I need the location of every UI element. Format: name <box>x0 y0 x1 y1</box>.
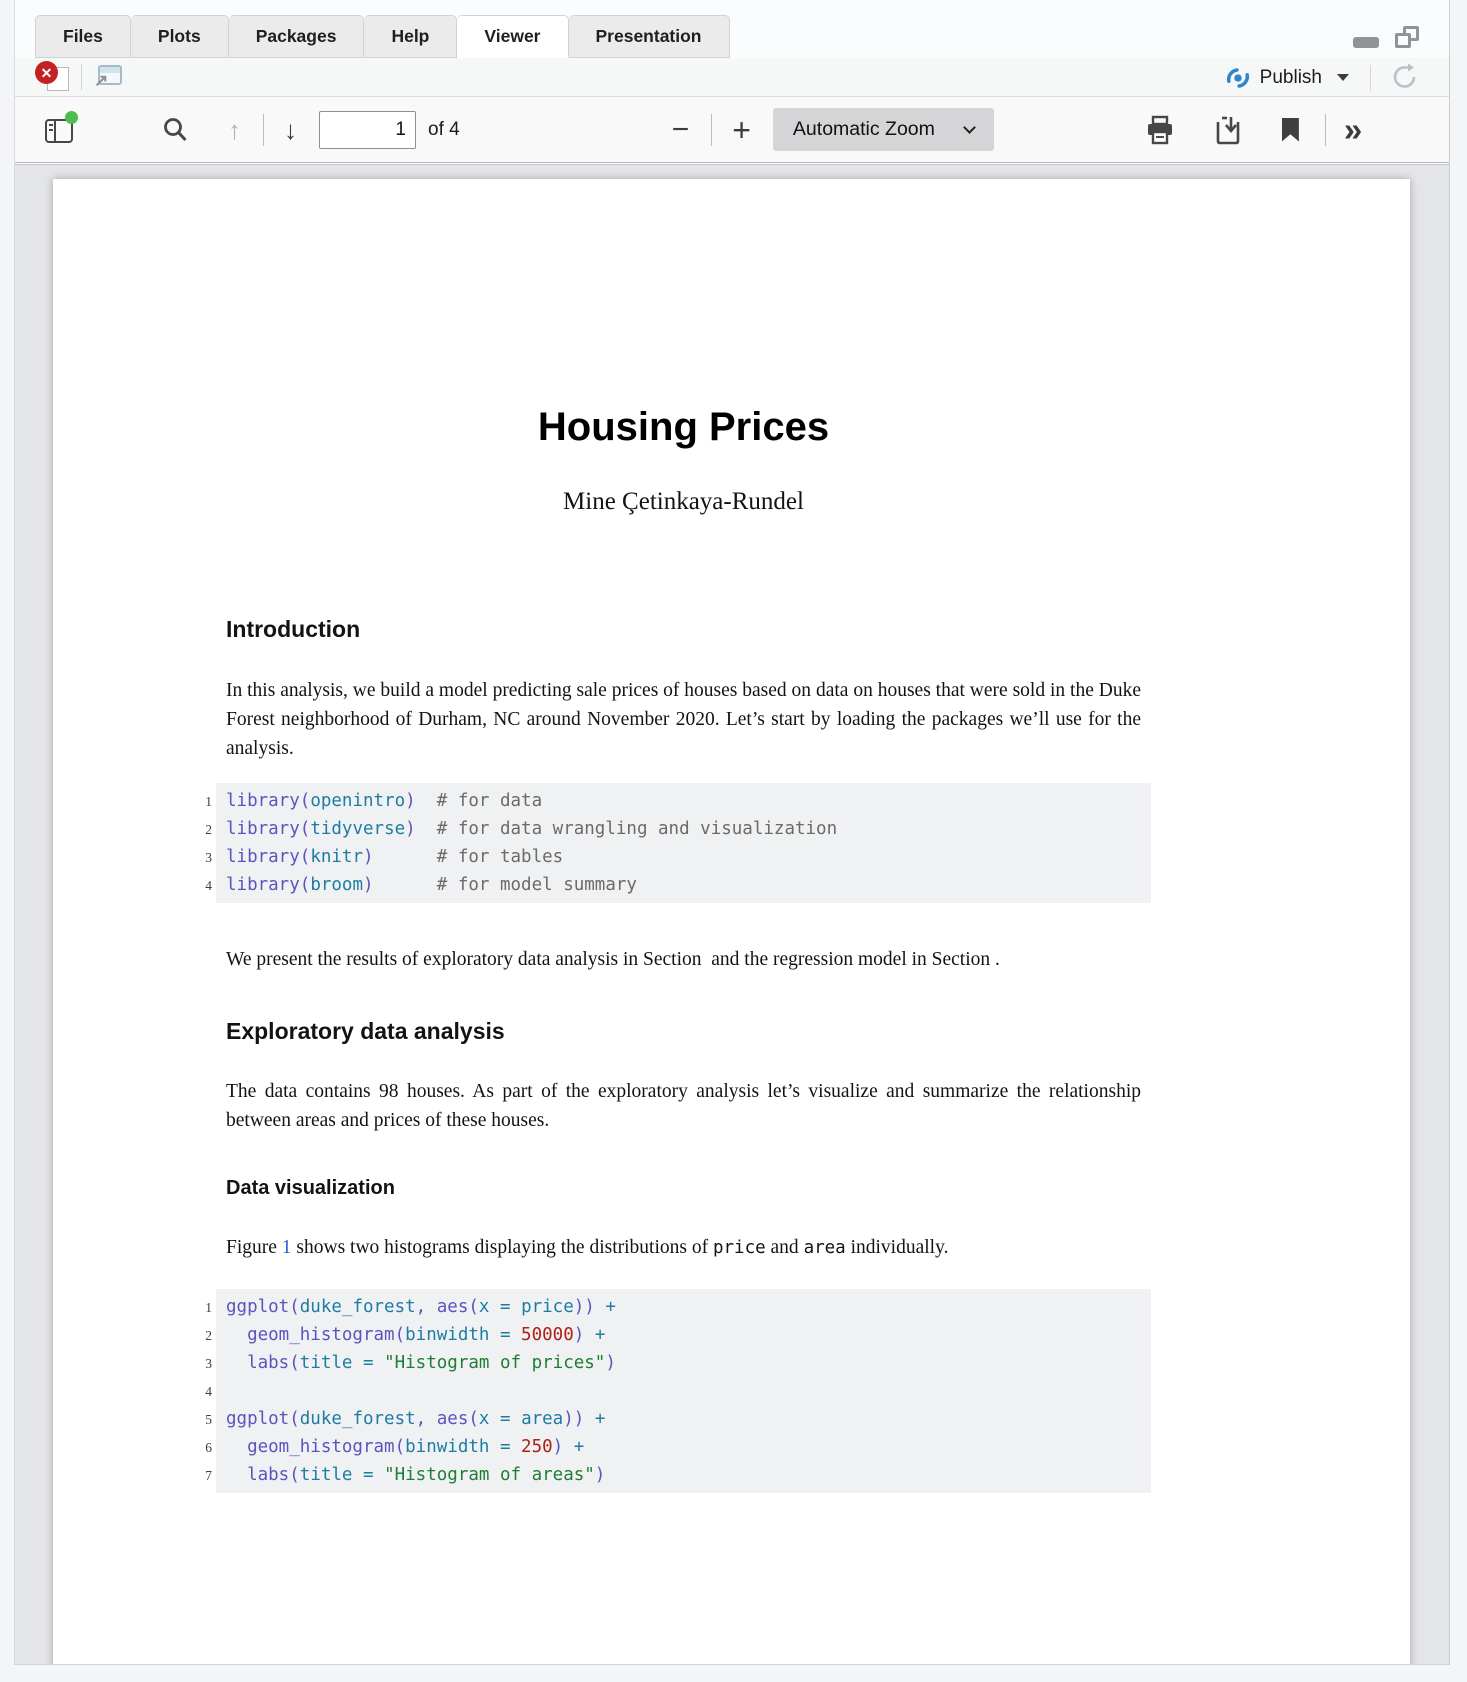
paragraph-eda: The data contains 98 houses. As part of … <box>226 1077 1141 1135</box>
figure-text: shows two histograms displaying the dist… <box>292 1237 713 1258</box>
pane-window-controls <box>1353 26 1419 48</box>
code-line: 6 geom_histogram(binwidth = 250) + <box>226 1433 1141 1461</box>
document-title: Housing Prices <box>226 405 1141 450</box>
page-count-label: of 4 <box>428 119 460 141</box>
maximize-pane-icon[interactable] <box>1395 26 1419 48</box>
figure-text: individually. <box>846 1237 949 1258</box>
code-block-libraries: 1library(openintro) # for data2library(t… <box>216 783 1151 903</box>
publish-caret-icon[interactable] <box>1337 74 1349 81</box>
code-line: 2 geom_histogram(binwidth = 50000) + <box>226 1321 1141 1349</box>
zoom-in-icon[interactable]: + <box>732 114 751 146</box>
code-line-number: 2 <box>188 1322 212 1350</box>
chevron-down-icon <box>963 121 976 134</box>
code-line-number: 4 <box>188 872 212 900</box>
code-line: 3 labs(title = "Histogram of prices") <box>226 1349 1141 1377</box>
tab-presentation[interactable]: Presentation <box>569 15 730 58</box>
tab-packages[interactable]: Packages <box>229 15 365 58</box>
figure-text: and <box>766 1237 804 1258</box>
inline-code-price: price <box>713 1238 766 1258</box>
rstudio-viewer-pane: Files Plots Packages Help Viewer Present… <box>14 0 1450 1665</box>
publish-icon <box>1225 66 1251 90</box>
paragraph-introduction: In this analysis, we build a model predi… <box>226 676 1141 763</box>
figure-1-link[interactable]: 1 <box>282 1237 292 1258</box>
paragraph-sections-overview: We present the results of exploratory da… <box>226 945 1141 974</box>
toolbar-separator <box>81 64 82 90</box>
code-line-number: 2 <box>188 816 212 844</box>
publish-label: Publish <box>1260 67 1322 89</box>
close-viewer-icon[interactable]: ✕ <box>35 61 69 93</box>
bookmark-icon[interactable] <box>1282 118 1299 142</box>
toolbar-separator <box>1370 65 1371 91</box>
toggle-sidebar-icon[interactable] <box>45 116 76 143</box>
pdf-viewport[interactable]: Housing Prices Mine Çetinkaya-Rundel Int… <box>15 164 1449 1664</box>
refresh-icon[interactable] <box>1389 61 1421 98</box>
minimize-pane-icon[interactable] <box>1353 37 1379 48</box>
pdf-toolbar: ↑ ↓ of 4 − + Automatic Zoom » <box>15 97 1449 163</box>
toolbar-separator <box>1325 114 1326 146</box>
code-line-number: 7 <box>188 1462 212 1490</box>
viewer-toolbar: ✕ ↗ Publish <box>15 58 1449 97</box>
code-line-number: 1 <box>188 788 212 816</box>
code-block-ggplot: 1ggplot(duke_forest, aes(x = price)) +2 … <box>216 1289 1151 1493</box>
inline-code-area: area <box>804 1238 846 1258</box>
code-line-number: 3 <box>188 844 212 872</box>
zoom-out-icon[interactable]: − <box>672 115 690 145</box>
search-icon[interactable] <box>160 115 190 145</box>
code-line: 7 labs(title = "Histogram of areas") <box>226 1461 1141 1489</box>
page-number-input[interactable] <box>319 111 416 149</box>
code-line: 1ggplot(duke_forest, aes(x = price)) + <box>226 1293 1141 1321</box>
publish-button[interactable]: Publish <box>1225 58 1349 97</box>
code-line-number: 5 <box>188 1406 212 1434</box>
tab-files[interactable]: Files <box>35 15 131 58</box>
document-author: Mine Çetinkaya-Rundel <box>226 488 1141 516</box>
pdf-page-1: Housing Prices Mine Çetinkaya-Rundel Int… <box>53 179 1410 1664</box>
sidebar-notification-dot <box>65 111 78 124</box>
code-line: 4 <box>226 1377 1141 1405</box>
code-line-number: 6 <box>188 1434 212 1462</box>
close-icon: ✕ <box>35 61 58 84</box>
figure-text: Figure <box>226 1237 282 1258</box>
tab-help[interactable]: Help <box>364 15 457 58</box>
code-line: 1library(openintro) # for data <box>226 787 1141 815</box>
popout-window-icon[interactable]: ↗ <box>94 65 122 89</box>
next-page-icon[interactable]: ↓ <box>284 117 297 143</box>
code-line: 4library(broom) # for model summary <box>226 871 1141 899</box>
code-line-number: 1 <box>188 1294 212 1322</box>
zoom-level-select[interactable]: Automatic Zoom <box>773 108 994 151</box>
toolbar-more-tools-icon[interactable]: » <box>1344 113 1362 146</box>
print-icon[interactable] <box>1144 114 1176 146</box>
pane-tab-bar: Files Plots Packages Help Viewer Present… <box>15 0 1449 58</box>
code-line: 2library(tidyverse) # for data wrangling… <box>226 815 1141 843</box>
toolbar-separator <box>711 114 712 146</box>
paragraph-figure-reference: Figure 1 shows two histograms displaying… <box>226 1233 1141 1263</box>
code-line-number: 4 <box>188 1378 212 1406</box>
tab-plots[interactable]: Plots <box>131 15 229 58</box>
tab-viewer[interactable]: Viewer <box>457 15 568 58</box>
code-line-number: 3 <box>188 1350 212 1378</box>
section-heading-introduction: Introduction <box>226 616 1141 643</box>
subsection-heading-data-visualization: Data visualization <box>226 1177 1141 1200</box>
section-heading-eda: Exploratory data analysis <box>226 1018 1141 1045</box>
code-line: 5ggplot(duke_forest, aes(x = area)) + <box>226 1405 1141 1433</box>
previous-page-icon[interactable]: ↑ <box>228 117 241 143</box>
toolbar-separator <box>263 114 264 146</box>
zoom-level-label: Automatic Zoom <box>793 118 935 141</box>
download-icon[interactable] <box>1212 114 1244 146</box>
code-line: 3library(knitr) # for tables <box>226 843 1141 871</box>
